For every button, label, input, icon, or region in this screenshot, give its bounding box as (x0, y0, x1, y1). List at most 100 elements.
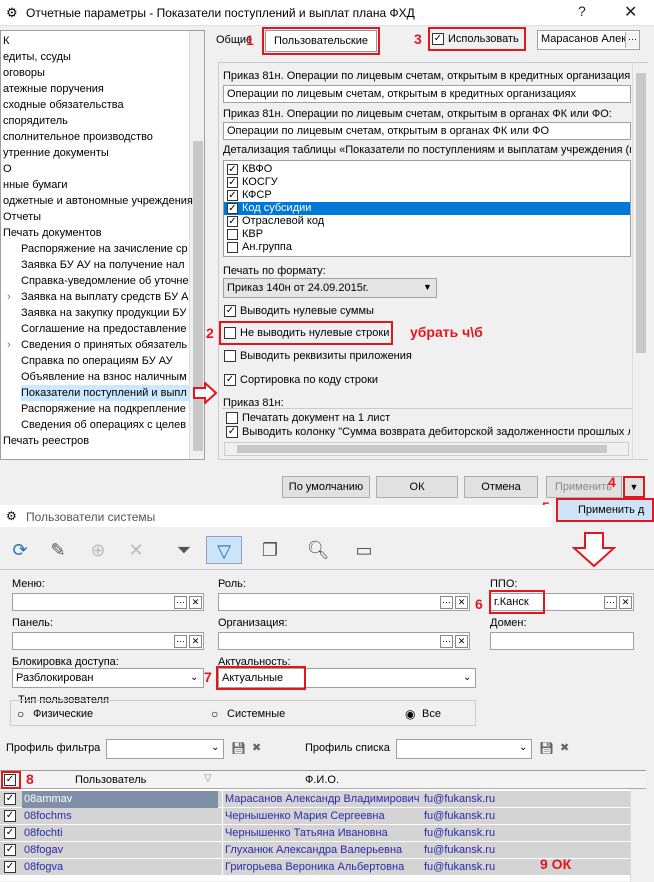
help-icon[interactable]: ? (578, 3, 586, 19)
list-profile-chevron-icon[interactable]: ⌄ (519, 742, 527, 753)
radio-system[interactable]: ○ (211, 707, 218, 721)
copy-icon[interactable]: ❐ (256, 536, 284, 564)
delete-profile-icon[interactable]: ✖ (252, 741, 261, 754)
default-button[interactable]: По умолчанию (282, 476, 370, 498)
menu-ellipsis[interactable]: ⋯ (174, 596, 187, 609)
tree-item[interactable]: оджетные и автономные учреждения (3, 193, 193, 209)
tree-item[interactable]: Заявка БУ АУ на получение нал (21, 257, 189, 273)
block-chevron-icon[interactable]: ⌄ (190, 672, 198, 683)
table-row[interactable]: ✓ 08fogav Глуханюк Александра Валерьевна fu… (0, 842, 630, 859)
opt-return-col-checkbox[interactable]: ✓ (226, 426, 238, 438)
filter-icon[interactable]: ▽ (206, 536, 242, 564)
refresh-icon[interactable]: ⟳ (6, 536, 34, 564)
block-select[interactable]: Разблокирован (12, 668, 204, 688)
tree-item[interactable]: Распоряжение на подкрепление (21, 401, 189, 417)
table-row[interactable]: ✓ 08fochms Чернышенко Мария Сергеевна fu@fu… (0, 808, 630, 825)
save-list-icon[interactable]: 💾︎ (539, 741, 554, 755)
tree-item[interactable]: сполнительное производство (3, 129, 189, 145)
chevron-right-icon[interactable]: › (7, 289, 11, 305)
opt-one-sheet-checkbox[interactable] (226, 412, 238, 424)
user-combo-ellipsis[interactable]: ⋯ (625, 32, 639, 48)
detail-item[interactable]: ✓ КФСР (224, 189, 630, 202)
org-field[interactable] (218, 632, 470, 650)
detail-item-checkbox[interactable] (227, 242, 238, 253)
filter-profile-chevron-icon[interactable]: ⌄ (211, 742, 219, 753)
detail-item-checkbox[interactable]: ✓ (227, 203, 238, 214)
row-checkbox[interactable]: ✓ (4, 844, 16, 856)
add-icon[interactable]: ⊕ (84, 536, 112, 564)
org-clear-icon[interactable]: ✕ (455, 635, 468, 648)
tree-item[interactable]: Сведения об операциях с целев (21, 417, 189, 433)
apply-dropdown-button[interactable]: ▼ (623, 476, 645, 498)
tree-item[interactable]: нные бумаги (3, 177, 189, 193)
ok-button[interactable]: ОК (376, 476, 458, 498)
close-icon[interactable]: ✕ (624, 2, 637, 22)
detail-item-checkbox[interactable]: ✓ (227, 190, 238, 201)
chevron-right-icon[interactable]: › (7, 337, 11, 353)
row-checkbox[interactable]: ✓ (4, 810, 16, 822)
tree-item[interactable]: Справка-уведомление об уточне (21, 273, 189, 289)
tree-item[interactable]: сходные обязательства (3, 97, 189, 113)
order81-2-field[interactable]: Операции по лицевым счетам, открытым в о… (223, 122, 631, 140)
row-checkbox[interactable]: ✓ (4, 793, 16, 805)
detail-item-checkbox[interactable]: ✓ (227, 164, 238, 175)
tree-item[interactable]: едиты, ссуды (3, 49, 189, 65)
ppo-clear-icon[interactable]: ✕ (619, 596, 632, 609)
grid-scrollbar[interactable] (630, 789, 646, 882)
tree-item[interactable]: Заявка на выплату средств БУ А (21, 289, 189, 305)
opt-sort-checkbox[interactable]: ✓ (224, 374, 236, 386)
detail-item-checkbox[interactable]: ✓ (227, 216, 238, 227)
tree-item[interactable]: Объявление на взнос наличным (21, 369, 189, 385)
tree-item[interactable]: Печать реестров (3, 433, 189, 449)
settings-scroll-thumb[interactable] (636, 73, 646, 353)
table-row[interactable]: ✓ 08fogva Григорьева Вероника Альбертовна f… (0, 859, 630, 876)
table-row[interactable]: ✓ 08fochti Чернышенко Татьяна Ивановна fu@f… (0, 825, 630, 842)
tree-item[interactable]: К (3, 33, 189, 49)
tree-item[interactable]: Справка по операциям БУ АУ (21, 353, 189, 369)
detail-item-checkbox[interactable]: ✓ (227, 177, 238, 188)
list-profile-select[interactable] (396, 739, 532, 759)
panel-clear-icon[interactable]: ✕ (189, 635, 202, 648)
tree-item[interactable]: Показатели поступлений и выпл (21, 385, 189, 401)
edit-icon[interactable]: ✎ (44, 536, 72, 564)
opt-requisites-checkbox[interactable] (224, 350, 236, 362)
col-fio-header[interactable]: Ф.И.О. (305, 774, 339, 786)
panel-ellipsis[interactable]: ⋯ (174, 635, 187, 648)
filter-profile-select[interactable] (106, 739, 224, 759)
order81-1-field[interactable]: Операции по лицевым счетам, открытым в к… (223, 85, 631, 103)
opt-zero-sums-checkbox[interactable]: ✓ (224, 305, 236, 317)
col-user-header[interactable]: Пользователь (75, 774, 146, 786)
tree-item[interactable]: оговоры (3, 65, 189, 81)
tree-item[interactable]: О (3, 161, 189, 177)
tree-item[interactable]: Печать документов (3, 225, 189, 241)
tree-item[interactable]: Соглашение на предоставление (21, 321, 189, 337)
print-format-select[interactable]: Приказ 140н от 24.09.2015г. (223, 278, 437, 298)
table-row[interactable]: ✓ 08ammav Марасанов Александр Владимирович… (0, 791, 630, 808)
tree-item[interactable]: спорядитель (3, 113, 189, 129)
close-window-icon[interactable]: ▭ (350, 536, 378, 564)
settings-hscrollbar[interactable] (224, 442, 629, 456)
settings-hscroll-thumb[interactable] (237, 445, 607, 453)
apply-menu-item[interactable]: Применить д (556, 498, 654, 522)
detail-item-checkbox[interactable] (227, 229, 238, 240)
delete-icon[interactable]: ✕ (122, 536, 150, 564)
detail-item[interactable]: Ан.группа (224, 241, 630, 254)
tree-item[interactable]: атежные поручения (3, 81, 189, 97)
detail-item[interactable]: ✓ КВФО (224, 163, 630, 176)
detail-item[interactable]: КВР (224, 228, 630, 241)
row-checkbox[interactable]: ✓ (4, 861, 16, 873)
search-icon[interactable]: 🔍︎ (304, 536, 332, 564)
settings-scrollbar[interactable] (632, 63, 648, 459)
detail-item[interactable]: ✓ КОСГУ (224, 176, 630, 189)
tree-item[interactable]: Сведения о принятых обязатель (21, 337, 189, 353)
radio-physical[interactable]: ○ (17, 707, 24, 721)
menu-clear-icon[interactable]: ✕ (189, 596, 202, 609)
detail-item[interactable]: ✓ Код субсидии (224, 202, 630, 215)
tree-item[interactable]: Отчеты (3, 209, 189, 225)
role-clear-icon[interactable]: ✕ (455, 596, 468, 609)
role-ellipsis[interactable]: ⋯ (440, 596, 453, 609)
org-ellipsis[interactable]: ⋯ (440, 635, 453, 648)
tree-scroll-thumb[interactable] (193, 141, 203, 451)
role-field[interactable] (218, 593, 470, 611)
tree-item[interactable]: Заявка на закупку продукции БУ (21, 305, 189, 321)
